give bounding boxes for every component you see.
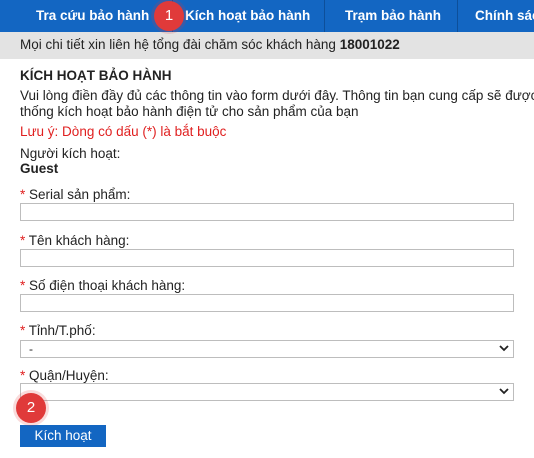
serial-input[interactable] — [20, 203, 514, 221]
required-mark: * — [20, 323, 26, 338]
serial-label: * Serial sản phẩm: — [20, 187, 130, 202]
required-mark: * — [20, 233, 26, 248]
form-intro: Vui lòng điền đầy đủ các thông tin vào f… — [20, 88, 534, 119]
annotation-badge-1: 1 — [154, 1, 184, 31]
required-note: Lưu ý: Dòng có dấu (*) là bắt buộc — [20, 124, 227, 139]
activator-label: Người kích hoạt: — [20, 146, 121, 161]
required-mark: * — [20, 187, 26, 202]
district-label: * Quận/Huyện: — [20, 368, 109, 383]
customer-name-label-text: Tên khách hàng: — [28, 233, 130, 248]
tab-warranty-activation[interactable]: Kích hoạt bảo hành — [185, 0, 310, 32]
contact-bar: Mọi chi tiết xin liên hệ tổng đài chăm s… — [0, 32, 534, 59]
nav-divider — [324, 0, 325, 32]
phone-input[interactable] — [20, 294, 514, 312]
province-selected-value: - — [29, 342, 33, 356]
customer-name-label: * Tên khách hàng: — [20, 233, 129, 248]
province-label-text: Tỉnh/T.phố: — [28, 323, 96, 338]
province-label: * Tỉnh/T.phố: — [20, 323, 96, 338]
nav-divider — [457, 0, 458, 32]
district-label-text: Quận/Huyện: — [29, 368, 109, 383]
required-mark: * — [20, 368, 26, 383]
contact-text: Mọi chi tiết xin liên hệ tổng đài chăm s… — [20, 37, 336, 52]
top-navigation: Tra cứu bảo hành Kích hoạt bảo hành Trạm… — [0, 0, 534, 32]
tab-warranty-lookup[interactable]: Tra cứu bảo hành — [36, 0, 149, 32]
province-select[interactable]: - — [20, 340, 514, 358]
phone-label-text: Số điện thoại khách hàng: — [29, 278, 186, 293]
tab-service-stations[interactable]: Trạm bảo hành — [345, 0, 441, 32]
annotation-badge-2: 2 — [16, 393, 46, 423]
customer-name-input[interactable] — [20, 249, 514, 267]
activate-button[interactable]: Kích hoạt — [20, 425, 106, 447]
phone-label: * Số điện thoại khách hàng: — [20, 278, 185, 293]
tab-policy[interactable]: Chính sác — [475, 0, 534, 32]
serial-label-text: Serial sản phẩm: — [29, 187, 131, 202]
hotline-number: 18001022 — [339, 37, 400, 52]
chevron-down-icon — [499, 388, 509, 395]
chevron-down-icon — [499, 345, 509, 352]
required-mark: * — [20, 278, 26, 293]
form-heading: KÍCH HOẠT BẢO HÀNH — [20, 68, 172, 83]
district-select[interactable] — [20, 383, 514, 401]
activator-value: Guest — [20, 161, 59, 176]
